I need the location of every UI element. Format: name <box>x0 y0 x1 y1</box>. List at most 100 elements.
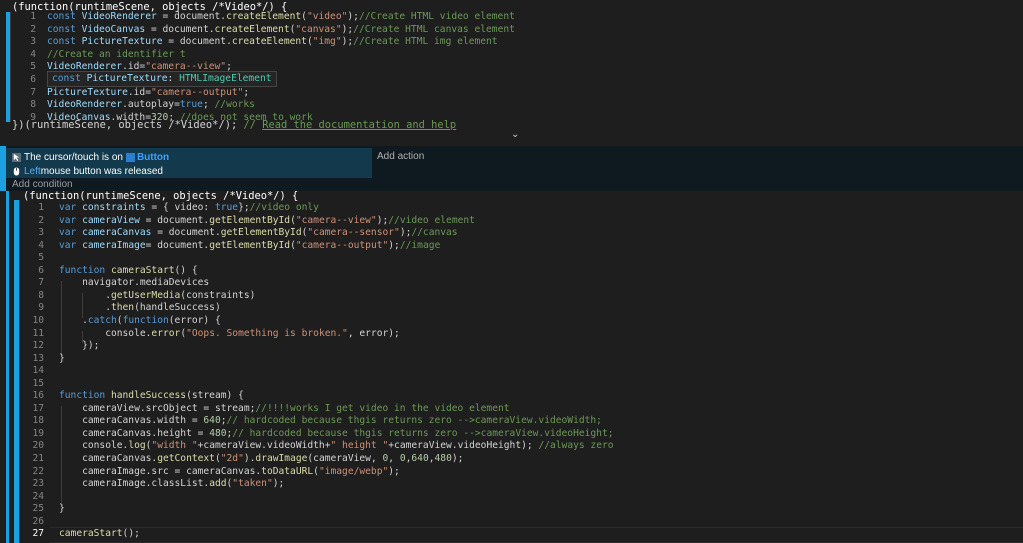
code-token: cameraStart <box>59 528 123 540</box>
code-token: error <box>151 327 181 339</box>
line-code[interactable]: var constraints = { video: true};//video… <box>59 202 319 215</box>
line-code[interactable]: } <box>59 353 65 366</box>
code-token: add <box>209 478 227 490</box>
add-action-button[interactable]: Add action <box>377 151 424 162</box>
code-token: const <box>47 11 82 22</box>
code-token: ); <box>376 214 389 226</box>
line-code[interactable]: function handleSuccess(stream) { <box>59 390 244 403</box>
code-token: = document. <box>145 239 210 251</box>
object-name-button[interactable]: Button <box>137 152 169 163</box>
code-token: +cameraView.videoWidth+ <box>197 440 331 452</box>
line-code[interactable]: } <box>59 503 65 516</box>
code-token: then <box>110 302 135 314</box>
line-number: 5 <box>30 61 36 73</box>
code-token: }); <box>59 340 100 352</box>
code-line[interactable]: 6 function cameraStart() { <box>0 265 1023 278</box>
code-line[interactable]: 2 var cameraView = document.getElementByI… <box>0 215 1023 228</box>
code-line[interactable]: 7 PictureTexture.id="camera--output"; <box>0 87 1023 100</box>
code-line[interactable]: 2 const VideoCanvas = document.createElem… <box>0 24 1023 37</box>
line-code[interactable]: navigator.mediaDevices <box>59 277 209 290</box>
code-line[interactable]: 22 cameraImage.src = cameraCanvas.toData… <box>0 466 1023 479</box>
condition-prefix: The cursor/touch is on <box>24 151 123 163</box>
line-code[interactable]: var cameraView = document.getElementById… <box>59 215 475 228</box>
line-code[interactable]: }); <box>59 340 99 353</box>
code-line[interactable]: 12 }); <box>0 340 1023 353</box>
condition-cursor-on-object[interactable]: The cursor/touch is on Button <box>12 151 169 163</box>
code-line[interactable]: 10 .catch(function(error) { <box>0 315 1023 328</box>
code-token: true <box>214 202 239 213</box>
footer-code: })(runtimeScene, objects /*Video*/); <box>12 119 244 131</box>
code-line[interactable]: 26 <box>0 516 1023 529</box>
line-code[interactable]: var cameraCanvas = document.getElementBy… <box>59 227 458 240</box>
code-line[interactable]: 24 <box>0 491 1023 504</box>
code-line[interactable]: 25} <box>0 503 1023 516</box>
line-code[interactable]: console.log("width "+cameraView.videoWid… <box>59 440 613 453</box>
code-line[interactable]: 4 var cameraImage= document.getElementByI… <box>0 240 1023 253</box>
code-line[interactable]: 27 cameraStart(); <box>0 528 1023 541</box>
chevron-down-icon[interactable]: ⌄ <box>511 129 519 140</box>
code-line[interactable]: 1 const VideoRenderer = document.createEl… <box>0 11 1023 24</box>
code-line[interactable]: 20 console.log("width "+cameraView.video… <box>0 440 1023 453</box>
code-token: (); <box>122 528 140 540</box>
code-line[interactable]: 19 cameraCanvas.height = 480;// hardcode… <box>0 428 1023 441</box>
line-number: 20 <box>32 440 44 452</box>
code-line[interactable]: 1 var constraints = { video: true};//vide… <box>0 202 1023 215</box>
line-number: 1 <box>38 202 44 213</box>
line-code[interactable]: //Create an identifier t <box>47 49 186 62</box>
line-code[interactable]: PictureTexture.id="camera--output"; <box>47 87 249 100</box>
code-line[interactable]: 8 .getUserMedia(constraints) <box>0 290 1023 303</box>
code-token: .autoplay= <box>122 99 180 111</box>
code-line[interactable]: 11 console.error("Oops. Something is bro… <box>0 328 1023 341</box>
code-line[interactable]: 14 <box>0 365 1023 378</box>
line-code[interactable]: function cameraStart() { <box>59 265 198 278</box>
code-token: getElementById <box>220 227 302 239</box>
line-code[interactable]: console.error("Oops. Something is broken… <box>59 328 400 341</box>
code-line[interactable]: 8 VideoRenderer.autoplay=true; //works <box>0 99 1023 112</box>
line-code[interactable]: cameraCanvas.height = 480;// hardcoded b… <box>59 427 613 441</box>
line-code[interactable]: const VideoRenderer = document.createEle… <box>47 11 515 24</box>
code-line[interactable]: 7 navigator.mediaDevices <box>0 277 1023 290</box>
code-line[interactable]: 3 const PictureTexture = document.createE… <box>0 36 1023 49</box>
line-code[interactable]: VideoRenderer.autoplay=true; //works <box>47 99 255 112</box>
code-line[interactable]: 3 var cameraCanvas = document.getElementB… <box>0 227 1023 240</box>
code-token: "Oops. Something is broken." <box>186 327 348 339</box>
line-code[interactable]: .getUserMedia(constraints) <box>59 290 255 303</box>
line-code[interactable]: cameraCanvas.width = 640;// hardcoded be… <box>59 415 602 428</box>
code-token: //works <box>214 99 255 111</box>
code-line[interactable]: 5 <box>0 252 1023 265</box>
line-number: 17 <box>32 402 44 414</box>
code-token: "2d" <box>220 453 244 464</box>
code-line[interactable]: 17 cameraView.srcObject = stream;//!!!!w… <box>0 403 1023 416</box>
line-number: 8 <box>30 99 36 111</box>
code-line[interactable]: 9 .then(handleSuccess) <box>0 302 1023 315</box>
condition-mouse-released[interactable]: Left mouse button was released <box>12 165 163 177</box>
code-token: function <box>59 390 111 402</box>
code-token: createElement <box>214 23 290 35</box>
code-token: log <box>128 440 146 452</box>
line-code[interactable]: .then(handleSuccess) <box>59 302 221 315</box>
line-code[interactable]: cameraView.srcObject = stream;//!!!!work… <box>59 403 509 416</box>
documentation-link[interactable]: Read the documentation and help <box>262 119 456 131</box>
line-code[interactable]: cameraCanvas.getContext("2d").drawImage(… <box>59 453 463 466</box>
code-line[interactable]: 18 cameraCanvas.width = 640;// hardcoded… <box>0 415 1023 428</box>
line-number: 5 <box>38 252 44 264</box>
line-code[interactable]: const VideoCanvas = document.createEleme… <box>47 24 515 37</box>
line-code[interactable]: cameraImage.src = cameraCanvas.toDataURL… <box>59 466 400 479</box>
code-token: 480 <box>209 427 227 439</box>
line-code[interactable]: cameraImage.classList.add("taken"); <box>59 478 284 491</box>
code-line[interactable]: 13} <box>0 353 1023 366</box>
add-condition-button[interactable]: Add condition <box>12 179 73 190</box>
line-code[interactable]: .catch(function(error) { <box>59 315 221 328</box>
top-code-footer: })(runtimeScene, objects /*Video*/); // … <box>12 119 456 132</box>
code-line[interactable]: 23 cameraImage.classList.add("taken"); <box>0 478 1023 491</box>
code-token: (handleSuccess) <box>134 302 221 314</box>
code-line[interactable]: 15 <box>0 378 1023 391</box>
line-number: 26 <box>32 515 44 527</box>
code-line[interactable]: 4 //Create an identifier t <box>0 49 1023 62</box>
code-line[interactable]: 16 function handleSuccess(stream) { <box>0 390 1023 403</box>
code-line[interactable]: 21 cameraCanvas.getContext("2d").drawIma… <box>0 453 1023 466</box>
line-number: 3 <box>38 227 44 239</box>
line-code[interactable]: cameraStart(); <box>59 528 140 541</box>
line-code[interactable]: var cameraImage= document.getElementById… <box>59 240 440 253</box>
line-code[interactable]: const PictureTexture = document.createEl… <box>47 36 498 49</box>
